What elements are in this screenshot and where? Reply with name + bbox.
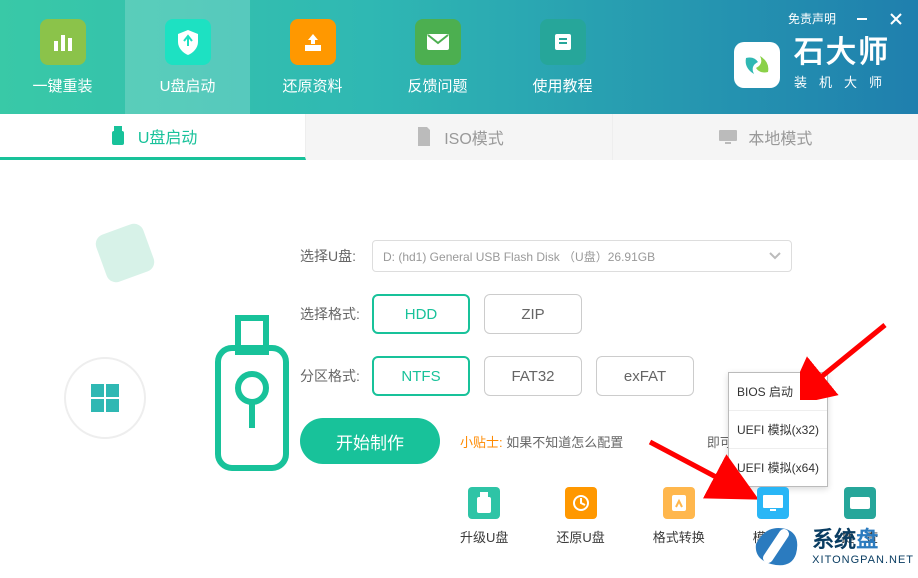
tip-prefix: 小贴士:: [460, 435, 503, 450]
usb-shield-icon: [165, 19, 211, 65]
iso-file-icon: [414, 127, 434, 147]
nav-label: 反馈问题: [407, 75, 467, 96]
format-option-hdd[interactable]: HDD: [372, 294, 470, 334]
tab-local-mode[interactable]: 本地模式: [613, 114, 918, 160]
upgrade-icon: [468, 487, 500, 519]
brand-subtitle: 装机大师: [794, 72, 894, 91]
partition-option-fat32[interactable]: FAT32: [484, 356, 582, 396]
nav-feedback[interactable]: 反馈问题: [375, 0, 500, 114]
partition-option-ntfs[interactable]: NTFS: [372, 356, 470, 396]
tab-iso-mode[interactable]: ISO模式: [306, 114, 612, 160]
bars-icon: [40, 19, 86, 65]
tool-restore-usb[interactable]: 还原U盘: [556, 487, 604, 546]
upload-icon: [290, 19, 336, 65]
tab-label: 本地模式: [748, 125, 812, 149]
partition-label: 分区格式:: [300, 366, 372, 386]
brand: 石大师 装机大师: [734, 38, 894, 91]
nav-label: 还原资料: [282, 75, 342, 96]
format-label: 选择格式:: [300, 304, 372, 324]
nav-reinstall[interactable]: 一键重装: [0, 0, 125, 114]
minimize-button[interactable]: [854, 11, 870, 27]
watermark-title: 系统: [812, 527, 856, 552]
monitor-icon: [718, 127, 738, 147]
disclaimer-link[interactable]: 免责声明: [788, 10, 836, 27]
partition-option-exfat[interactable]: exFAT: [596, 356, 694, 396]
usb-stick-icon: [108, 126, 128, 146]
tab-label: U盘启动: [138, 124, 198, 148]
popup-item-bios[interactable]: BIOS 启动: [729, 373, 827, 410]
nav-usb-boot[interactable]: U盘启动: [125, 0, 250, 114]
nav-label: U盘启动: [160, 75, 216, 96]
chevron-down-icon: [767, 247, 783, 266]
book-icon: [540, 19, 586, 65]
watermark-logo-icon: [746, 514, 806, 574]
tool-upgrade-usb[interactable]: 升级U盘: [460, 487, 508, 546]
usb-drive-value: D: (hd1) General USB Flash Disk （U盘）26.9…: [383, 248, 655, 265]
nav-tutorial[interactable]: 使用教程: [500, 0, 625, 114]
nav-restore[interactable]: 还原资料: [250, 0, 375, 114]
usb-drive-select[interactable]: D: (hd1) General USB Flash Disk （U盘）26.9…: [372, 240, 792, 272]
tab-usb-boot[interactable]: U盘启动: [0, 114, 306, 160]
restore-icon: [565, 487, 597, 519]
brand-title: 石大师: [794, 38, 894, 68]
tab-label: ISO模式: [444, 125, 504, 149]
popup-item-uefi-x32[interactable]: UEFI 模拟(x32): [729, 410, 827, 448]
select-usb-label: 选择U盘:: [300, 246, 372, 266]
tool-label: 还原U盘: [556, 527, 604, 546]
close-button[interactable]: [888, 11, 904, 27]
start-make-button[interactable]: 开始制作: [300, 418, 440, 464]
tool-label: 升级U盘: [460, 527, 508, 546]
brand-logo-icon: [734, 42, 780, 88]
popup-item-uefi-x64[interactable]: UEFI 模拟(x64): [729, 448, 827, 486]
format-option-zip[interactable]: ZIP: [484, 294, 582, 334]
nav-label: 使用教程: [532, 75, 592, 96]
mail-icon: [415, 19, 461, 65]
watermark: 系统盘 XITONGPAN.NET: [746, 514, 914, 574]
boot-mode-popup: BIOS 启动 UEFI 模拟(x32) UEFI 模拟(x64): [728, 372, 828, 487]
watermark-url: XITONGPAN.NET: [812, 554, 914, 566]
tip-body: 如果不知道怎么配置: [506, 435, 623, 450]
tool-format-convert[interactable]: 格式转换: [653, 487, 705, 546]
usb-illustration: [20, 188, 300, 488]
tool-label: 格式转换: [653, 527, 705, 546]
nav-label: 一键重装: [32, 75, 92, 96]
tip-text: 小贴士: 如果不知道怎么配置 即可: [460, 432, 733, 451]
convert-icon: [663, 487, 695, 519]
